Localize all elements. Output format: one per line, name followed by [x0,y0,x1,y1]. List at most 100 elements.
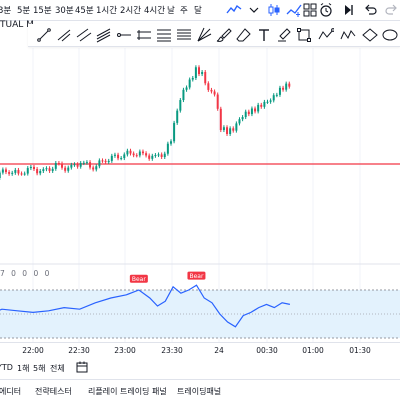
candle-body [82,162,85,164]
candle-body [126,150,129,155]
undo-icon[interactable] [362,2,378,18]
time-tick: 23:30 [161,346,183,355]
candle-body [260,104,263,107]
candle-body [263,101,266,107]
time-tick: 01:00 [302,346,324,355]
candle-body [64,167,67,171]
candle-body [232,128,235,131]
timeframe-15m[interactable]: 15분 [33,4,52,16]
drawing-toolbar [28,24,400,47]
chart-area[interactable]: Bear Bear [0,20,400,342]
candle-body [129,150,132,154]
candle-body [54,163,57,169]
candle-body [201,72,204,75]
candle-body [166,143,169,154]
timeframe-4h[interactable]: 4시간 [144,4,165,16]
timeframe-2h[interactable]: 2시간 [120,4,141,16]
tab-replay-trading-panel[interactable]: 리플레이 트레이딩 패널 [88,386,167,397]
tab-strategy-tester[interactable]: 전략테스터 [35,386,72,397]
range-5y[interactable]: 5해 [33,363,45,374]
candles-icon[interactable] [266,2,282,18]
range-all[interactable]: 전체 [50,363,65,374]
alert-clock-icon[interactable] [318,2,334,18]
candle-body [73,164,76,166]
timeframe-week[interactable]: 주 [180,4,188,16]
candle-body [269,100,272,102]
candle-body [135,155,138,157]
candle-body [76,164,79,167]
candle-body [275,94,278,96]
fib-retracement-icon[interactable] [156,27,172,43]
candle-body [113,154,116,156]
zigzag-icon[interactable] [340,27,356,43]
candle-body [169,141,172,144]
candle-body [176,110,179,123]
pitchfork-icon[interactable] [96,27,112,43]
candle-body [70,164,73,168]
candle-body [141,151,144,154]
timeframe-5m[interactable]: 5분 [17,4,30,16]
replay-icon[interactable] [340,2,356,18]
indicators-icon[interactable] [286,2,302,18]
candle-body [182,89,185,101]
range-1y[interactable]: 1해 [17,363,29,374]
candle-body [57,163,60,165]
candle-body [67,167,70,171]
candle-body [207,83,210,90]
regression-icon[interactable] [136,27,152,43]
timeframe-1h[interactable]: 1시간 [96,4,117,16]
timeframe-3m[interactable]: 3분 [0,4,11,16]
parallel-channel-icon[interactable] [76,27,92,43]
candle-body [45,168,48,170]
candle-body [8,172,11,174]
range-ytd[interactable]: YTD [0,363,13,372]
text-icon[interactable] [256,27,272,43]
candle-body [179,100,182,111]
timeframe-month[interactable]: 달 [194,4,202,16]
candle-body [238,119,241,124]
candle-body [89,162,92,168]
candle-body [85,162,88,164]
ellipse-icon[interactable] [362,27,378,43]
candle-body [42,169,45,172]
candle-body [138,151,141,156]
highlighter-icon[interactable] [276,27,292,43]
candle-body [11,172,14,174]
rectangle-icon[interactable] [296,27,312,43]
calendar-range-icon[interactable] [76,361,88,373]
candle-body [244,111,247,118]
line-chart-icon[interactable] [226,2,242,18]
candle-body [154,155,157,157]
candle-body [151,155,154,159]
bear-markers: Bear Bear [129,271,206,283]
timeframe-45m[interactable]: 45분 [75,4,94,16]
chevron-down-icon[interactable] [246,2,262,18]
eraser-icon[interactable] [236,27,252,43]
brush-icon[interactable] [216,27,232,43]
gann-fan-icon[interactable] [196,27,212,43]
candle-body [219,108,222,131]
candle-body [216,94,219,109]
tab-pine-editor[interactable]: 에디터 [0,386,21,397]
ellipse-shape-icon[interactable] [382,27,398,43]
fib-channel-icon[interactable] [176,27,192,43]
templates-icon[interactable] [302,2,318,18]
redo-icon[interactable] [384,2,400,18]
path-icon[interactable] [318,27,334,43]
timeframe-30m[interactable]: 30분 [55,4,74,16]
bear-marker-label: Bear [132,276,146,283]
candle-body [61,163,64,168]
candle-body [160,154,163,158]
ray-icon[interactable] [56,27,72,43]
time-tick: 22:30 [68,346,90,355]
candle-body [29,166,32,169]
timeframe-day[interactable]: 날 [167,4,175,16]
candle-body [0,172,1,178]
candle-body [26,168,29,174]
horizontal-ray-icon[interactable] [116,27,132,43]
candle-body [185,87,188,90]
tab-trading-panel[interactable]: 트레이딩패널 [177,386,221,397]
candle-body [148,155,151,159]
trend-line-icon[interactable] [36,27,52,43]
candle-body [157,154,160,156]
